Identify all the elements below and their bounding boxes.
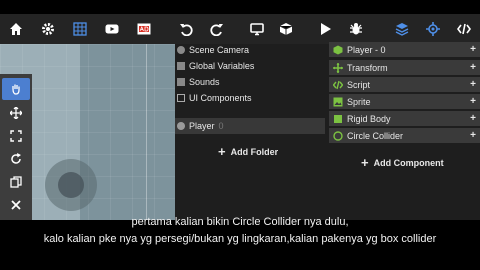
grid-icon[interactable]: [72, 21, 88, 37]
add-icon[interactable]: +: [470, 113, 476, 124]
add-icon[interactable]: +: [470, 44, 476, 55]
home-icon[interactable]: [8, 21, 24, 37]
circle-icon: [333, 130, 343, 141]
subtitle-line-1: pertama kalian bikin Circle Collider nya…: [131, 216, 349, 228]
gear-icon[interactable]: [40, 21, 56, 37]
add-component-label: Add Component: [373, 157, 444, 168]
layers-icon[interactable]: [394, 21, 410, 37]
hierarchy-item-label: Player: [189, 121, 215, 131]
redo-icon[interactable]: [209, 21, 225, 37]
main-toolbar: [0, 14, 480, 44]
plus-icon: +: [361, 155, 369, 170]
delete-icon[interactable]: [8, 197, 24, 213]
image-icon: [333, 97, 343, 107]
cube-icon: [333, 45, 343, 55]
add-component-button[interactable]: + Add Component: [361, 156, 444, 169]
ad-icon[interactable]: [136, 21, 152, 37]
hierarchy-item-label: Global Variables: [189, 61, 255, 71]
monitor-icon[interactable]: [249, 21, 265, 37]
component-sprite[interactable]: Sprite +: [329, 94, 480, 109]
hierarchy-item-global-variables[interactable]: Global Variables: [177, 58, 254, 74]
add-icon[interactable]: +: [470, 96, 476, 107]
folder-icon: [177, 78, 185, 86]
object-dot-icon: [177, 46, 185, 54]
scene-viewport[interactable]: [0, 44, 175, 220]
duplicate-icon[interactable]: [8, 174, 24, 190]
component-label: Transform: [347, 62, 388, 73]
hierarchy-item-label: UI Components: [189, 93, 252, 103]
joystick-knob[interactable]: [58, 172, 84, 198]
add-icon[interactable]: +: [470, 79, 476, 90]
scale-icon[interactable]: [8, 128, 24, 144]
ui-component-icon: [177, 94, 185, 102]
component-circle-collider[interactable]: Circle Collider +: [329, 128, 480, 143]
object-header[interactable]: Player - 0 +: [329, 42, 480, 57]
add-icon[interactable]: +: [470, 130, 476, 141]
viewport-tool-sidebar: [0, 74, 32, 220]
rotate-icon[interactable]: [8, 151, 24, 167]
subtitle-line-2: kalo kalian pke nya yg persegi/bukan yg …: [43, 233, 437, 245]
object-dot-icon: [177, 122, 185, 130]
component-label: Circle Collider: [347, 130, 404, 141]
undo-icon[interactable]: [178, 21, 194, 37]
code-icon: [333, 80, 343, 90]
rigid-body-icon: [333, 114, 343, 124]
move-icon: [333, 62, 343, 73]
hierarchy-panel: Scene Camera Global Variables Sounds UI …: [175, 44, 325, 220]
component-transform[interactable]: Transform +: [329, 60, 480, 75]
inspector-panel: Player - 0 + Transform + Script + Sprite…: [325, 42, 480, 220]
add-folder-label: Add Folder: [230, 146, 279, 157]
play-icon[interactable]: [317, 21, 333, 37]
move-icon[interactable]: [8, 105, 24, 121]
add-folder-button[interactable]: + Add Folder: [218, 145, 278, 158]
bug-icon[interactable]: [348, 21, 364, 37]
hierarchy-item-ui-components[interactable]: UI Components: [177, 90, 252, 106]
component-rigid-body[interactable]: Rigid Body +: [329, 111, 480, 126]
component-label: Sprite: [347, 96, 371, 107]
hierarchy-item-player[interactable]: Player 0: [175, 118, 325, 134]
add-icon[interactable]: +: [470, 62, 476, 73]
hierarchy-item-label: Sounds: [189, 77, 220, 87]
hierarchy-item-label: Scene Camera: [189, 45, 250, 55]
object-name: Player - 0: [347, 44, 386, 55]
code-icon[interactable]: [456, 21, 472, 37]
cube-icon[interactable]: [278, 21, 294, 37]
hierarchy-item-sounds[interactable]: Sounds: [177, 74, 220, 90]
folder-icon: [177, 62, 185, 70]
component-script[interactable]: Script +: [329, 77, 480, 92]
scene-boundary-line: [146, 44, 147, 220]
youtube-icon[interactable]: [104, 21, 120, 37]
plus-icon: +: [218, 144, 226, 159]
hand-icon[interactable]: [2, 78, 30, 100]
hierarchy-item-scene-camera[interactable]: Scene Camera: [177, 42, 249, 58]
component-label: Script: [347, 79, 371, 90]
component-label: Rigid Body: [347, 113, 391, 124]
target-icon[interactable]: [425, 21, 441, 37]
object-index: 0: [218, 121, 224, 131]
